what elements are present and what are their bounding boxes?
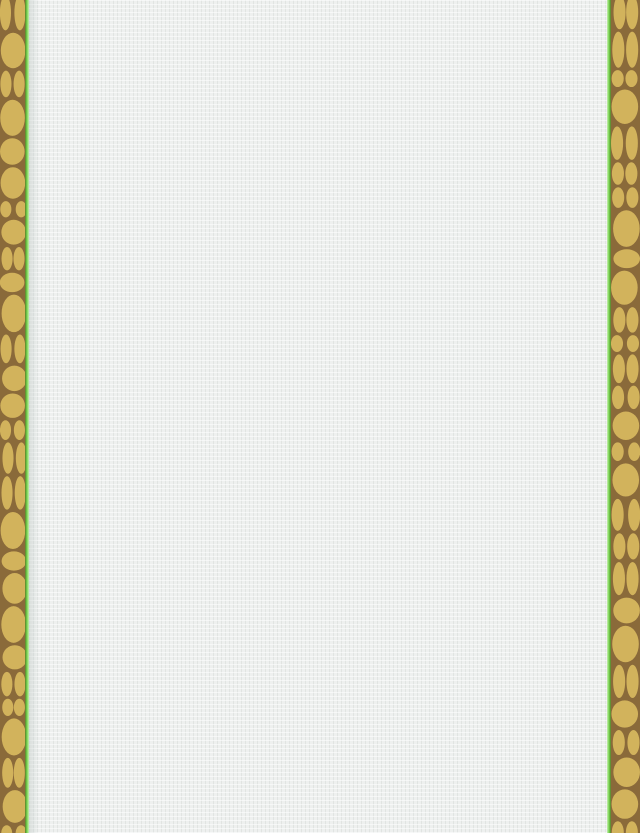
- stone-cell: [1, 294, 27, 333]
- stone-cell: [612, 385, 625, 410]
- stone-cell: [628, 442, 640, 462]
- stone-cell: [628, 498, 640, 531]
- stone-cell: [0, 201, 12, 218]
- stone-cell: [626, 31, 639, 68]
- stone-cell: [611, 126, 624, 160]
- stone-cell: [0, 138, 25, 165]
- stone-cell: [1, 247, 13, 271]
- stone-cell: [611, 162, 624, 185]
- stone-cell: [1, 476, 13, 510]
- stone-cell: [0, 70, 12, 98]
- stone-cell: [612, 187, 625, 208]
- stone-cell: [0, 32, 26, 69]
- stone-cell: [612, 354, 625, 384]
- stone-cell: [2, 442, 14, 474]
- stone-cell: [0, 393, 25, 418]
- stone-cell: [612, 463, 640, 497]
- stone-cell: [626, 335, 640, 352]
- stone-cell: [627, 533, 640, 560]
- stone-cell: [626, 561, 639, 596]
- stone-cell: [612, 411, 640, 440]
- stone-cell: [626, 354, 639, 384]
- stone-cell: [611, 70, 624, 88]
- stone-cell: [0, 272, 25, 293]
- stone-cell: [1, 606, 26, 643]
- stone-cell: [1, 718, 27, 756]
- stone-cell: [13, 757, 25, 788]
- stone-cell: [613, 664, 626, 699]
- stone-cell: [0, 511, 26, 550]
- stone-cell: [0, 99, 25, 136]
- stone-cell: [2, 698, 14, 717]
- stone-cell: [613, 597, 640, 624]
- stone-cell: [625, 162, 638, 185]
- stone-cell: [612, 31, 625, 68]
- stone-cell: [627, 730, 640, 756]
- stone-cell: [611, 442, 624, 462]
- stone-cell: [613, 533, 626, 560]
- stone-cell: [612, 625, 639, 663]
- stone-pattern-icon: [611, 0, 640, 833]
- stone-cell: [1, 219, 26, 245]
- blank-writing-area: [29, 0, 607, 833]
- stone-cell: [611, 498, 624, 531]
- stone-cell: [13, 247, 25, 271]
- stone-cell: [2, 757, 14, 788]
- stone-pattern-icon: [0, 0, 27, 833]
- stone-cell: [14, 334, 26, 364]
- stone-cell: [0, 420, 12, 440]
- stone-cell: [613, 249, 640, 269]
- stone-cell: [2, 645, 27, 670]
- stone-cell: [13, 698, 25, 717]
- stationery-page: [0, 0, 640, 833]
- stone-cell: [612, 561, 625, 596]
- stone-cell: [2, 573, 27, 604]
- stone-cell: [626, 187, 639, 208]
- stone-cell: [14, 671, 26, 697]
- stone-cell: [613, 307, 626, 333]
- stone-cell: [611, 789, 639, 819]
- stone-cell: [625, 70, 638, 88]
- stone-cell: [2, 790, 27, 823]
- stone-cell: [13, 70, 25, 98]
- stone-cell: [611, 335, 624, 352]
- stone-cell: [626, 307, 639, 333]
- stone-cell: [626, 664, 639, 699]
- left-stone-border: [0, 0, 27, 833]
- stone-cell: [1, 671, 13, 697]
- stone-cell: [613, 210, 640, 247]
- stone-cell: [611, 270, 638, 305]
- stone-cell: [612, 730, 625, 756]
- stone-cell: [13, 420, 25, 440]
- stone-cell: [611, 700, 639, 728]
- stone-cell: [611, 89, 639, 124]
- stone-cell: [2, 365, 27, 392]
- stone-cell: [0, 167, 26, 199]
- stone-cell: [625, 126, 638, 160]
- stone-cell: [627, 385, 640, 410]
- stone-cell: [0, 334, 12, 364]
- writing-area-shadow: [29, 0, 39, 833]
- right-stone-border: [611, 0, 640, 833]
- stone-cell: [613, 757, 640, 787]
- stone-cell: [1, 551, 27, 571]
